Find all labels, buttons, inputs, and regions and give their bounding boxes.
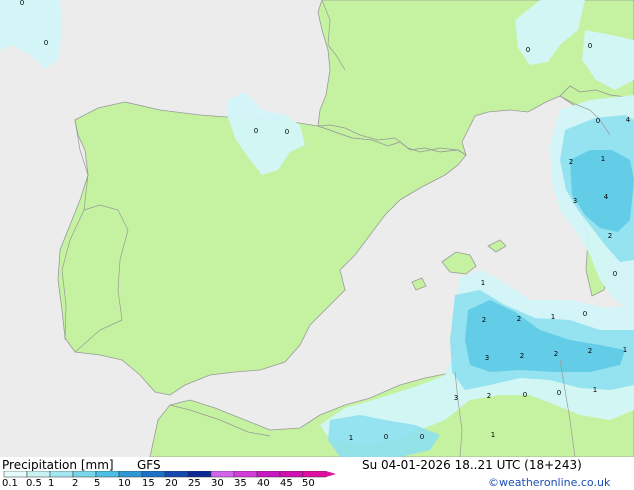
color-scale-tick: 10 (118, 478, 131, 489)
legend-title: Precipitation [mm] (2, 458, 114, 472)
color-scale-swatch (302, 471, 327, 478)
precip-value-label: 1 (349, 434, 353, 442)
color-scale-tick: 25 (188, 478, 201, 489)
precip-value-label: 1 (491, 431, 495, 439)
precip-value-label: 1 (481, 279, 485, 287)
precip-value-label: 3 (573, 197, 577, 205)
color-scale-swatch (95, 471, 120, 478)
precip-value-label: 1 (601, 155, 605, 163)
color-scale-swatch (256, 471, 281, 478)
color-scale-tick: 45 (280, 478, 293, 489)
precip-value-label: 0 (583, 310, 587, 318)
color-scale-tick: 30 (211, 478, 224, 489)
precip-value-label: 2 (487, 392, 491, 400)
color-scale-tick: 5 (94, 478, 101, 489)
color-scale-swatch (279, 471, 304, 478)
precip-value-label: 1 (551, 313, 555, 321)
color-scale-tick: 50 (302, 478, 315, 489)
precip-value-label: 0 (588, 42, 592, 50)
color-scale-tick: 2 (72, 478, 79, 489)
color-scale-tick: 0.5 (26, 478, 42, 489)
color-scale-swatch (49, 471, 74, 478)
precip-value-label: 2 (554, 350, 558, 358)
credit-link[interactable]: ©weatheronline.co.uk (488, 477, 610, 488)
precip-value-label: 0 (596, 117, 600, 125)
precip-value-label: 0 (44, 39, 48, 47)
precip-value-label: 2 (517, 315, 521, 323)
precip-value-label: 2 (482, 316, 486, 324)
precip-value-label: 0 (557, 389, 561, 397)
color-scale-arrow (326, 471, 336, 477)
precip-value-label: 4 (626, 116, 631, 124)
color-scale-tick: 0.1 (2, 478, 18, 489)
precip-value-label: 0 (523, 391, 527, 399)
precip-value-label: 2 (588, 347, 592, 355)
precip-value-label: 0 (384, 433, 388, 441)
legend-footer: Precipitation [mm] GFS Su 04-01-2026 18.… (0, 457, 634, 490)
color-scale-tick: 1 (48, 478, 55, 489)
valid-time: Su 04-01-2026 18..21 UTC (18+243) (362, 458, 582, 472)
color-scale-tick: 20 (165, 478, 178, 489)
precip-value-label: 0 (20, 0, 24, 7)
precip-value-label: 0 (285, 128, 289, 136)
precip-value-label: 4 (604, 193, 609, 201)
precip-value-label: 1 (623, 346, 627, 354)
map-canvas: 0 0 0 0 0 0 0 4 1 2 3 4 2 0 1 2 2 1 0 2 2 2 1 3 2 0 0 1 3 1 0 1 0 (0, 0, 634, 457)
color-scale-swatch (187, 471, 212, 478)
precip-value-label: 2 (569, 158, 573, 166)
color-scale-swatch (72, 471, 97, 478)
color-scale-swatch (118, 471, 143, 478)
color-scale-tick: 35 (234, 478, 247, 489)
model-name: GFS (137, 458, 161, 472)
precip-value-label: 0 (526, 46, 530, 54)
precip-value-label: 3 (485, 354, 489, 362)
color-scale-swatch (210, 471, 235, 478)
precip-value-label: 3 (454, 394, 458, 402)
color-scale-swatch (141, 471, 166, 478)
precip-value-label: 2 (520, 352, 524, 360)
precip-value-label: 0 (420, 433, 424, 441)
precipitation-map: 0 0 0 0 0 0 0 4 1 2 3 4 2 0 1 2 2 1 0 2 2 2 1 3 2 0 0 1 3 1 0 1 0 (0, 0, 634, 457)
precip-value-label: 0 (254, 127, 258, 135)
color-scale-swatch (233, 471, 258, 478)
precip-value-label: 1 (593, 386, 597, 394)
color-scale-swatch (3, 471, 28, 478)
color-scale-swatch (26, 471, 51, 478)
color-scale-swatch (164, 471, 189, 478)
color-scale-tick: 40 (257, 478, 270, 489)
precip-value-label: 2 (608, 232, 612, 240)
color-scale-tick: 15 (142, 478, 155, 489)
precip-value-label: 0 (613, 270, 617, 278)
